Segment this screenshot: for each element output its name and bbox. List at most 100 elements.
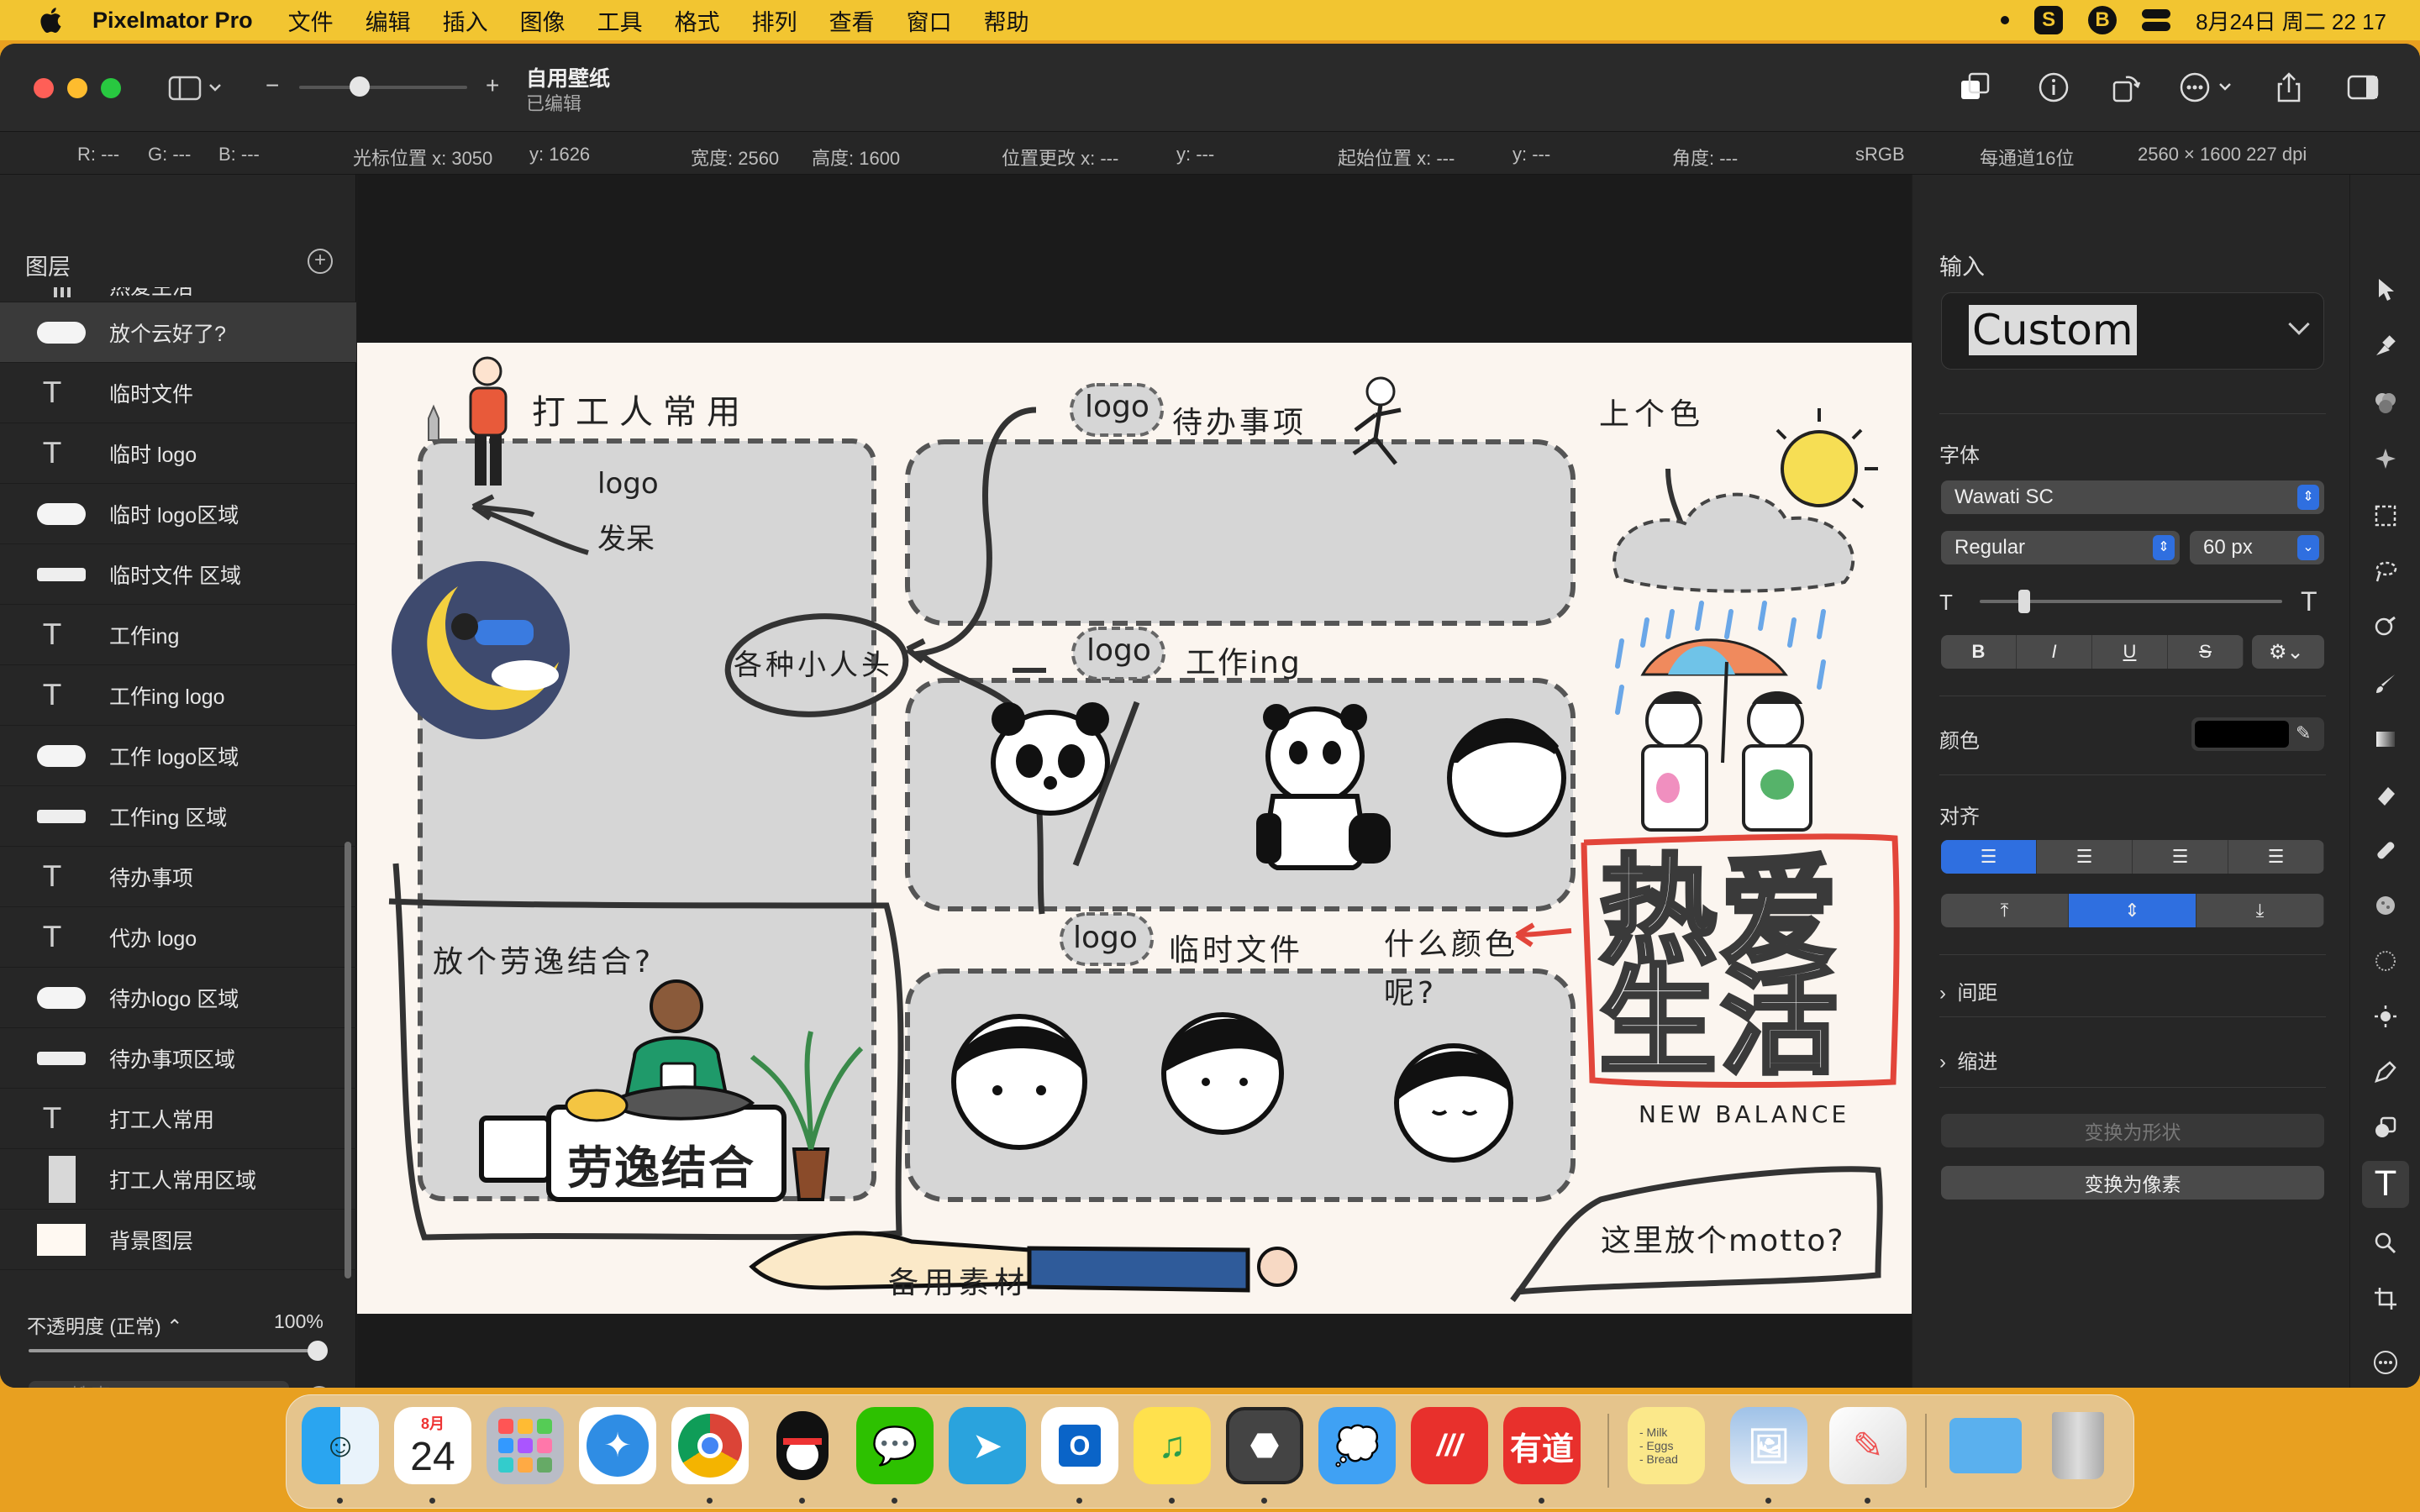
work-logo-text[interactable]: logo — [1086, 633, 1151, 668]
pen-icon[interactable] — [2369, 1055, 2402, 1089]
wechat-icon[interactable]: 💬 — [856, 1407, 934, 1484]
paint-brush-icon[interactable] — [2369, 667, 2402, 701]
artboard[interactable]: 打工人常用 logo 发呆 logo 待办事项 上个色 各种小人头 logo 工… — [357, 343, 1912, 1314]
text-color-well[interactable]: ✎ — [2191, 717, 2324, 751]
layer-row[interactable]: 待办事项区域 — [0, 1028, 356, 1089]
brand-text[interactable]: NEW BALANCE — [1639, 1100, 1849, 1128]
preview-icon[interactable]: 🖼 — [1730, 1407, 1807, 1484]
lazy-note[interactable]: 放个劳逸结合? — [433, 937, 654, 981]
menu-help[interactable]: 帮助 — [984, 4, 1029, 37]
s-icon[interactable]: S — [2034, 6, 2064, 34]
menu-view[interactable]: 查看 — [829, 4, 875, 37]
minimize-button[interactable] — [67, 78, 87, 98]
zoom-slider-knob[interactable] — [350, 76, 370, 97]
layer-row[interactable]: 打工人常用区域 — [0, 1149, 356, 1210]
inspector-toggle-icon[interactable] — [2344, 69, 2381, 106]
menu-tools[interactable]: 工具 — [597, 4, 643, 37]
menu-file[interactable]: 文件 — [288, 4, 334, 37]
blur-icon[interactable] — [2369, 944, 2402, 978]
layer-row[interactable]: T 工作ing — [0, 605, 356, 665]
menu-format[interactable]: 格式 — [675, 4, 720, 37]
align-left-icon[interactable]: ☰ — [1941, 840, 2037, 874]
work-title[interactable]: 工作ing — [1186, 638, 1302, 682]
menu-insert[interactable]: 插入 — [443, 4, 488, 37]
convert-to-shape-button[interactable]: 变换为形状 — [1941, 1114, 2324, 1147]
crop-icon[interactable] — [2369, 1282, 2402, 1315]
indent-disclosure[interactable]: › 缩进 — [1939, 1045, 1997, 1074]
messages-icon[interactable]: 💭 — [1318, 1407, 1396, 1484]
temp-logo-text[interactable]: logo — [1073, 921, 1138, 955]
opacity-value[interactable]: 100% — [274, 1310, 324, 1333]
style-tool-icon[interactable] — [2369, 329, 2402, 363]
color-adjust-icon[interactable] — [2369, 386, 2402, 420]
apple-icon[interactable] — [37, 5, 67, 35]
todo-logo-text[interactable]: logo — [1085, 390, 1150, 424]
people-note[interactable]: 各种小人头 — [734, 642, 893, 683]
todo-title[interactable]: 待办事项 — [1172, 398, 1307, 442]
align-top-icon[interactable]: ⤒ — [1941, 894, 2069, 927]
document-title[interactable]: 自用壁纸 — [526, 62, 610, 92]
lighten-icon[interactable] — [2369, 1000, 2402, 1033]
iqiyi-icon[interactable]: /// — [1411, 1407, 1488, 1484]
layer-row[interactable]: 临时 logo区域 — [0, 484, 356, 544]
spare-title[interactable]: 备用素材 — [888, 1258, 1029, 1302]
share-icon[interactable] — [2270, 69, 2307, 106]
spacing-disclosure[interactable]: › 间距 — [1939, 976, 1997, 1005]
menubar-clock[interactable]: 8月24日 周二 22 17 — [2196, 5, 2386, 36]
menu-window[interactable]: 窗口 — [907, 4, 952, 37]
type-tool-icon[interactable]: T — [2362, 1161, 2409, 1208]
font-family-popup[interactable]: Wawati SC ⇕ — [1941, 480, 2324, 514]
layer-row[interactable]: 临时文件 区域 — [0, 544, 356, 605]
layer-row[interactable]: T 临时 logo — [0, 423, 356, 484]
safari-icon[interactable]: ✦ — [579, 1407, 656, 1484]
opacity-slider-knob[interactable] — [308, 1341, 328, 1361]
motto-text[interactable]: 这里放个motto? — [1601, 1216, 1844, 1260]
font-size-popup[interactable]: 60 px ⌄ — [2190, 531, 2324, 564]
daze-note[interactable]: 发呆 — [597, 516, 655, 557]
opacity-slider[interactable] — [29, 1349, 323, 1352]
align-right-icon[interactable]: ☰ — [2133, 840, 2228, 874]
chrome-icon[interactable] — [671, 1407, 749, 1484]
layer-search[interactable] — [29, 1381, 289, 1388]
layer-row[interactable]: 热爱生活 — [0, 287, 356, 302]
pixelmator-photo-icon[interactable]: ✎ — [1829, 1407, 1907, 1484]
convert-to-pixels-button[interactable]: 变换为像素 — [1941, 1166, 2324, 1200]
outlook-icon[interactable]: O — [1041, 1407, 1118, 1484]
menu-image[interactable]: 图像 — [520, 4, 566, 37]
telegram-icon[interactable]: ➤ — [949, 1407, 1026, 1484]
filter-icon[interactable] — [308, 1386, 331, 1388]
app-menu[interactable]: Pixelmator Pro — [92, 8, 253, 34]
zoom-button[interactable] — [101, 78, 121, 98]
layer-row[interactable]: 工作 logo区域 — [0, 726, 356, 786]
retouch-icon[interactable] — [2369, 610, 2402, 643]
calendar-icon[interactable]: 8月 24 — [394, 1407, 471, 1484]
layer-row[interactable]: 待办logo 区域 — [0, 968, 356, 1028]
temp-title[interactable]: 临时文件 — [1169, 926, 1303, 969]
logo-note[interactable]: logo — [597, 467, 659, 501]
tools-more-icon[interactable] — [2369, 1346, 2402, 1379]
arrange-tool-icon[interactable] — [2369, 272, 2402, 306]
zoom-tool-icon[interactable] — [2369, 1226, 2402, 1260]
zoom-out-button[interactable]: − — [266, 72, 279, 99]
rotate-icon[interactable] — [2107, 69, 2144, 106]
layer-row[interactable]: 背景图层 — [0, 1210, 356, 1270]
align-center-icon[interactable]: ☰ — [2037, 840, 2133, 874]
youdao-icon[interactable]: 有道 — [1503, 1407, 1581, 1484]
underline-button[interactable]: U — [2092, 635, 2168, 669]
zoom-in-button[interactable]: + — [486, 72, 499, 99]
bold-button[interactable]: B — [1941, 635, 2017, 669]
folder-icon[interactable] — [1947, 1407, 2024, 1484]
style-preset-popup[interactable]: Custom — [1941, 292, 2324, 370]
more-icon[interactable] — [2178, 69, 2237, 106]
font-size-slider-knob[interactable] — [2018, 590, 2030, 613]
font-style-popup[interactable]: Regular ⇕ — [1941, 531, 2180, 564]
layer-row[interactable]: 放个云好了? — [0, 302, 356, 363]
trash-icon[interactable] — [2039, 1407, 2117, 1484]
eyedropper-icon[interactable]: ✎ — [2296, 722, 2311, 744]
select-tool-icon[interactable] — [2369, 499, 2402, 533]
menu-arrange[interactable]: 排列 — [752, 4, 797, 37]
stickies-icon[interactable]: - Milk - Eggs - Bread — [1628, 1407, 1705, 1484]
effects-icon[interactable] — [2369, 442, 2402, 475]
info-icon[interactable] — [2035, 69, 2072, 106]
shapes-icon[interactable] — [2369, 1110, 2402, 1144]
